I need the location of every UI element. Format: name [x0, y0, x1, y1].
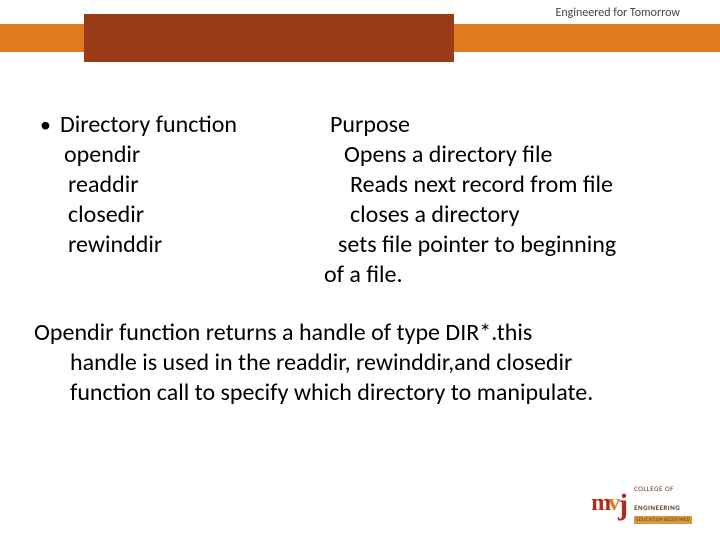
para-line-3: function call to specify which directory…: [34, 378, 686, 408]
bullet-dot-icon: •: [40, 111, 50, 139]
logo-text-1: COLLEGE OF: [634, 484, 674, 493]
content-area: • Directory function Purpose opendir Ope…: [0, 110, 720, 408]
header-notch: [84, 14, 454, 62]
func-desc-2: closes a directory: [324, 200, 686, 230]
func-name-1: readdir: [34, 170, 324, 200]
paragraph: Opendir function returns a handle of typ…: [34, 318, 686, 408]
item-row-2: closedir closes a directory: [34, 200, 686, 230]
item-row-0: opendir Opens a directory file: [34, 140, 686, 170]
para-line-1: Opendir function returns a handle of typ…: [34, 318, 686, 348]
logo-mark-icon: mvj: [591, 484, 628, 518]
footer-logo: mvj COLLEGE OF ENGINEERING EDUCATION RED…: [591, 477, 692, 524]
item-row-1: readdir Reads next record from file: [34, 170, 686, 200]
func-name-0: opendir: [34, 140, 324, 170]
para-line-2: handle is used in the readdir, rewinddir…: [34, 348, 686, 378]
trailing-right: of a file.: [324, 260, 686, 290]
func-desc-3: sets file pointer to beginning: [324, 230, 686, 260]
func-desc-0: Opens a directory file: [324, 140, 686, 170]
func-name-3: rewinddir: [34, 230, 324, 260]
logo-subtext: EDUCATION REDEFINED: [634, 516, 692, 524]
item-row-3: rewinddir sets file pointer to beginning: [34, 230, 686, 260]
right-heading: Purpose: [324, 110, 686, 140]
left-heading: Directory function: [60, 110, 237, 140]
slide: Engineered for Tomorrow • Directory func…: [0, 0, 720, 540]
func-name-2: closedir: [34, 200, 324, 230]
trailing-row: of a file.: [34, 260, 686, 290]
logo-text-2: ENGINEERING: [634, 503, 680, 512]
header-tagline: Engineered for Tomorrow: [555, 6, 680, 20]
heading-row: • Directory function Purpose: [34, 110, 686, 140]
func-desc-1: Reads next record from file: [324, 170, 686, 200]
